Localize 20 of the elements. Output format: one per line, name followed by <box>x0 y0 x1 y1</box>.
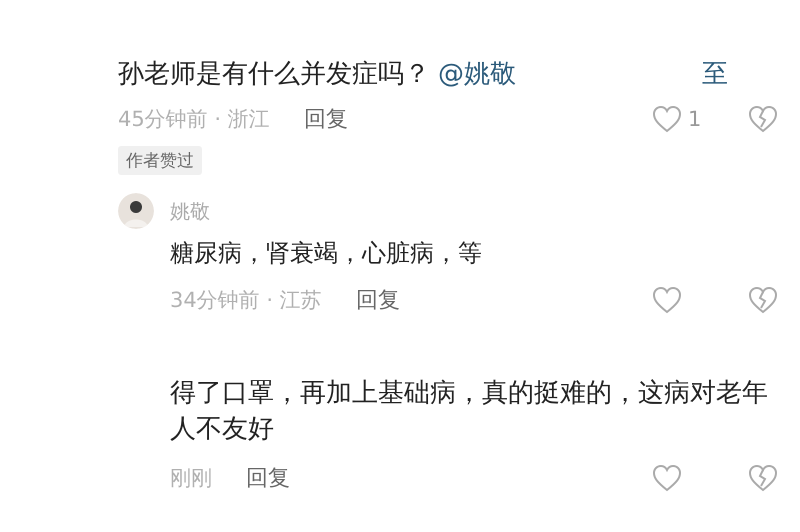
like-icon[interactable] <box>652 105 682 133</box>
dislike-icon[interactable] <box>748 286 778 314</box>
dislike-icon[interactable] <box>748 105 778 133</box>
comment-time: 34分钟前 · 江苏 <box>170 287 322 314</box>
reply-link[interactable]: 回复 <box>304 104 348 134</box>
mention-link[interactable]: @姚敬 <box>438 56 516 92</box>
comment-text: 孙老师是有什么并发症吗？ <box>118 58 430 91</box>
like-count: 1 <box>688 107 702 131</box>
comment-time: 45分钟前 · 浙江 <box>118 106 270 133</box>
mention-link[interactable]: 至 <box>702 56 728 92</box>
like-icon[interactable] <box>652 464 682 492</box>
dislike-icon[interactable] <box>748 464 778 492</box>
author-liked-badge: 作者赞过 <box>118 146 202 175</box>
avatar[interactable] <box>118 193 154 229</box>
like-icon[interactable] <box>652 286 682 314</box>
reply-link[interactable]: 回复 <box>356 285 400 315</box>
reply-text: 糖尿病，肾衰竭，心脏病，等 <box>170 238 482 269</box>
comment-text: 得了口罩，再加上基础病，真的挺难的，这病对老年人不友好 <box>170 378 768 444</box>
comment-time: 刚刚 <box>170 465 212 492</box>
reply-link[interactable]: 回复 <box>246 463 290 493</box>
